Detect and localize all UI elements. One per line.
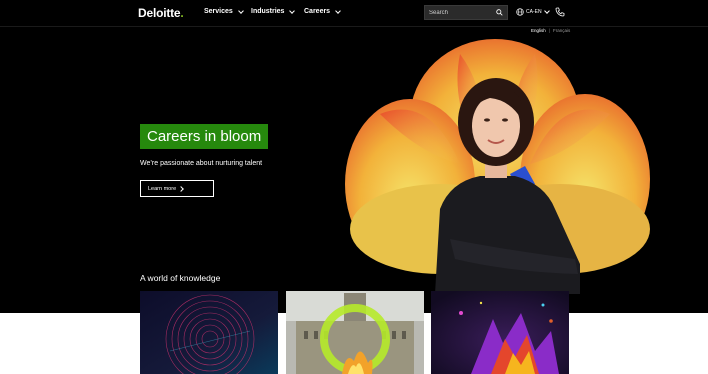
- nav-careers[interactable]: Careers: [304, 7, 341, 15]
- nav-services-label: Services: [204, 8, 233, 15]
- learn-more-label: Learn more: [148, 185, 177, 192]
- section-title: A world of knowledge: [140, 273, 221, 283]
- chevron-right-icon: [178, 185, 184, 192]
- learn-more-button[interactable]: Learn more: [140, 180, 214, 197]
- card-image-2: [286, 291, 424, 374]
- search-box: [424, 5, 508, 20]
- hero-subtitle: We’re passionate about nurturing talent: [140, 160, 263, 167]
- card-image-1: [140, 291, 278, 374]
- card-image-3: [431, 291, 569, 374]
- knowledge-card-3[interactable]: [431, 291, 569, 374]
- chevron-down-icon: [289, 7, 296, 14]
- lang-english[interactable]: English: [531, 28, 546, 33]
- chevron-down-icon: [543, 8, 550, 14]
- chevron-down-icon: [335, 7, 341, 14]
- search-input[interactable]: [429, 7, 493, 18]
- lang-french[interactable]: Français: [553, 28, 570, 33]
- hero-image: [345, 39, 650, 294]
- deloitte-logo[interactable]: Deloitte.: [138, 6, 184, 20]
- knowledge-card-2[interactable]: [286, 291, 424, 374]
- logo-text: Deloitte: [138, 6, 181, 20]
- chevron-down-icon: [237, 7, 244, 14]
- nav-industries-label: Industries: [251, 8, 285, 15]
- hero-title: Careers in bloom: [140, 124, 269, 149]
- nav-industries[interactable]: Industries: [251, 7, 296, 15]
- globe-icon: [516, 8, 524, 16]
- lang-separator: |: [549, 28, 551, 33]
- top-header: [0, 0, 708, 27]
- phone-icon[interactable]: [555, 7, 565, 17]
- locale-selector[interactable]: CA-EN: [516, 8, 550, 16]
- search-icon[interactable]: [496, 9, 503, 16]
- locale-label: CA-EN: [526, 9, 542, 15]
- nav-services[interactable]: Services: [204, 7, 244, 15]
- knowledge-card-1[interactable]: [140, 291, 278, 374]
- nav-careers-label: Careers: [304, 8, 331, 15]
- logo-dot: .: [180, 6, 184, 20]
